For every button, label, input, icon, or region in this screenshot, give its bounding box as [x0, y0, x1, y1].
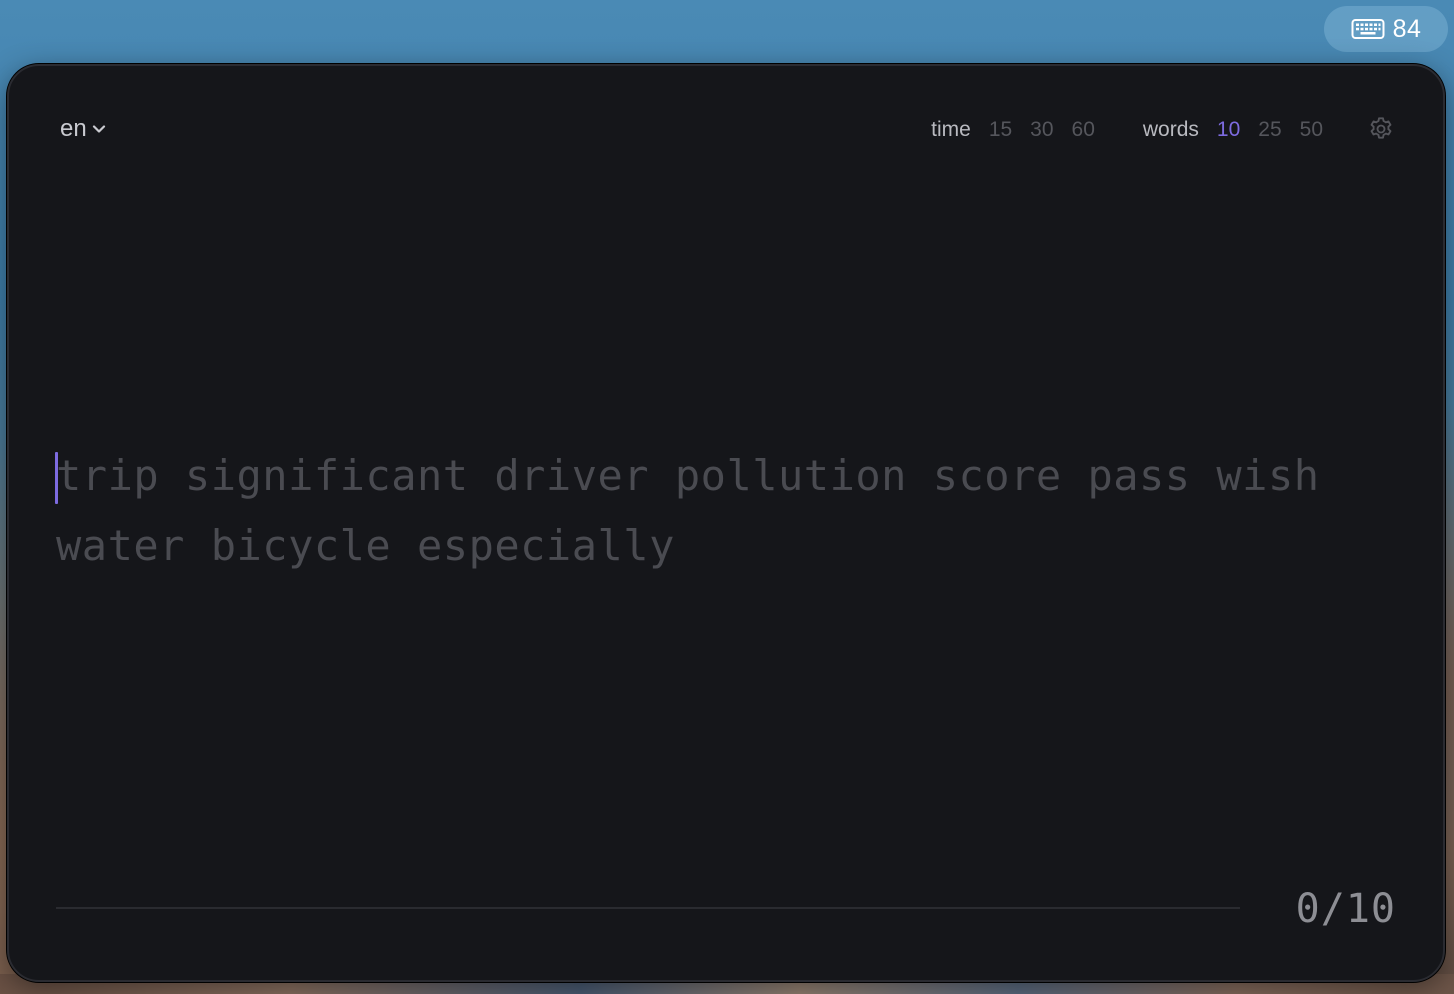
- time-mode-group: time 15 30 60: [931, 118, 1095, 142]
- typing-line-2: water bicycle especially: [56, 521, 675, 570]
- words-mode-label[interactable]: words: [1143, 118, 1199, 142]
- keyboard-icon: [1351, 17, 1385, 41]
- words-option-25[interactable]: 25: [1258, 118, 1281, 142]
- progress-bar: [56, 907, 1240, 909]
- test-mode-selector: time 15 30 60 words 10 25 50: [931, 118, 1323, 142]
- menubar-typing-status[interactable]: 84: [1324, 6, 1448, 52]
- language-select[interactable]: en: [60, 115, 107, 143]
- words-option-10[interactable]: 10: [1217, 118, 1240, 142]
- typing-test-window: en time 15 30 60 words 10 25 50 trip sig…: [7, 64, 1445, 982]
- typing-line-1: trip significant driver pollution score …: [56, 451, 1320, 500]
- time-option-60[interactable]: 60: [1072, 118, 1095, 142]
- text-caret: [55, 452, 58, 504]
- words-option-50[interactable]: 50: [1300, 118, 1323, 142]
- time-mode-label[interactable]: time: [931, 118, 971, 142]
- language-label: en: [60, 115, 87, 142]
- gear-icon: [1367, 115, 1395, 143]
- progress-count: 0/10: [1295, 886, 1396, 932]
- typing-text[interactable]: trip significant driver pollution score …: [55, 441, 1396, 581]
- time-option-15[interactable]: 15: [989, 118, 1012, 142]
- time-option-30[interactable]: 30: [1030, 118, 1053, 142]
- words-mode-group: words 10 25 50: [1143, 118, 1323, 142]
- menubar-count: 84: [1392, 14, 1422, 43]
- chevron-down-icon: [91, 121, 107, 137]
- settings-button[interactable]: [1367, 115, 1395, 143]
